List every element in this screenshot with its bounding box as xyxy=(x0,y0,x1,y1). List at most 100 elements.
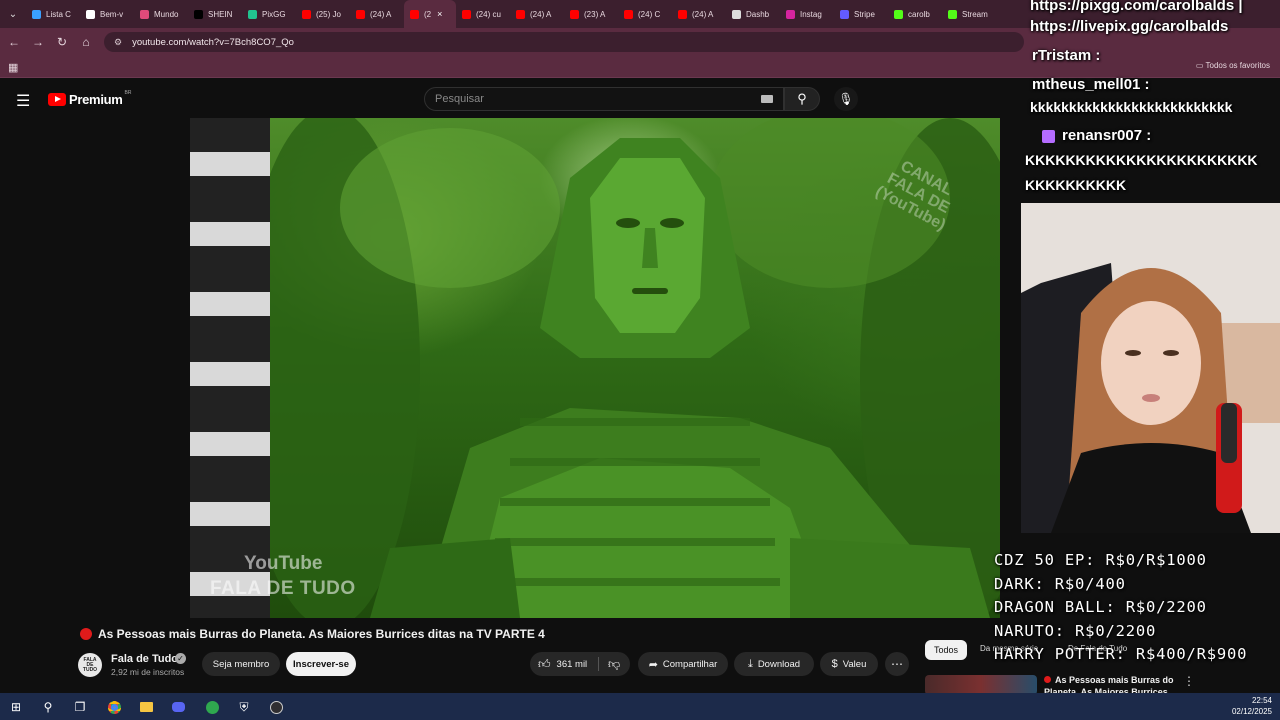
task-view-icon[interactable]: ❐ xyxy=(70,697,90,717)
channel-avatar[interactable]: FALA DE TUDO xyxy=(78,653,102,677)
browser-tab[interactable]: Lista C xyxy=(26,0,80,28)
chat-username: mtheus_mell01 xyxy=(1032,76,1141,93)
keyboard-icon[interactable] xyxy=(761,95,773,103)
tab-label: Lista C xyxy=(46,9,71,19)
mic-icon: 🎙︎ xyxy=(838,92,854,106)
thanks-button[interactable]: $ Valeu xyxy=(820,652,878,676)
webcam-feed xyxy=(1021,203,1280,533)
search-input[interactable]: Pesquisar xyxy=(424,87,784,111)
clock-time[interactable]: 22:54 xyxy=(1252,696,1272,705)
tab-close-icon[interactable]: × xyxy=(437,9,442,19)
tab-favicon-icon xyxy=(86,9,95,19)
address-bar[interactable]: ⚙ youtube.com/watch?v=7Bch8CO7_Qo xyxy=(104,32,1024,52)
video-player[interactable]: CANAL FALA DE (YouTube) xyxy=(190,118,1000,618)
youtube-logo-text: Premium xyxy=(69,92,123,107)
browser-tab[interactable]: carolb xyxy=(888,0,942,28)
download-button[interactable]: ⤓ Download xyxy=(734,652,814,676)
browser-tab[interactable]: (25) Jo xyxy=(296,0,350,28)
tab-label: Stream xyxy=(962,9,988,19)
browser-tab[interactable]: (24) A xyxy=(350,0,404,28)
tab-label: SHEIN xyxy=(208,9,233,19)
like-button[interactable]: 👍︎ 361 mil 👎︎ xyxy=(530,652,630,676)
goal-harry-potter: HARRY POTTER: R$400/R$900 xyxy=(994,645,1248,663)
home-icon[interactable]: ⌂ xyxy=(74,28,98,56)
subscriber-badge-icon xyxy=(1042,130,1055,143)
dislike-icon[interactable]: 👎︎ xyxy=(608,657,620,672)
windows-start-icon[interactable]: ⊞ xyxy=(6,697,26,717)
youtube-region: BR xyxy=(124,89,132,96)
tab-label: (24) cu xyxy=(476,9,501,19)
chat-message-text: kkkkkkkkkkkkkkkkkkkkkkkkkk xyxy=(1030,99,1233,115)
taskbar-search-icon[interactable]: ⚲ xyxy=(38,697,58,717)
channel-name[interactable]: Fala de Tudo xyxy=(111,653,178,665)
voice-search-button[interactable]: 🎙︎ xyxy=(834,87,858,111)
tabs-container: Lista C Bem-v Mundo SHEIN PixGG (25) Jo (24) A… xyxy=(26,0,996,28)
tab-favicon-icon xyxy=(248,9,257,19)
back-icon[interactable]: ← xyxy=(2,28,26,56)
search-button[interactable]: ⚲ xyxy=(784,87,820,111)
tab-label: carolb xyxy=(908,9,930,19)
browser-tab[interactable]: (24) A xyxy=(672,0,726,28)
clock-date[interactable]: 02/12/2025 xyxy=(1232,707,1272,716)
tab-favicon-icon xyxy=(948,9,957,19)
tab-label: Bem-v xyxy=(100,9,124,19)
tab-label: (24) C xyxy=(638,9,661,19)
tab-search-icon[interactable]: ⌄ xyxy=(0,0,26,28)
subscriber-count: 2,92 mi de inscritos xyxy=(111,667,185,677)
subscribe-button[interactable]: Inscrever-se xyxy=(286,652,356,676)
forward-icon[interactable]: → xyxy=(26,28,50,56)
streamer-image xyxy=(1021,203,1280,533)
url-text: youtube.com/watch?v=7Bch8CO7_Qo xyxy=(132,36,294,48)
join-button[interactable]: Seja membro xyxy=(202,652,280,676)
apps-icon[interactable]: ▦ xyxy=(8,61,18,74)
browser-tab[interactable]: Stripe xyxy=(834,0,888,28)
file-explorer-icon[interactable] xyxy=(136,697,156,717)
security-icon[interactable]: ⛨ xyxy=(234,697,254,717)
download-label: Download xyxy=(757,658,801,670)
chat-username-line: mtheus_mell01 : xyxy=(1032,76,1150,93)
xbox-icon[interactable] xyxy=(202,697,222,717)
menu-icon[interactable]: ☰ xyxy=(16,91,30,111)
all-favorites-button[interactable]: ▭ Todos os favoritos xyxy=(1196,61,1270,70)
tab-label: Dashb xyxy=(746,9,770,19)
tab-favicon-icon xyxy=(624,9,633,19)
video-watermark-channel: FALA DE TUDO xyxy=(210,578,356,599)
reload-icon[interactable]: ↻ xyxy=(50,28,74,56)
more-actions-icon[interactable]: ⋯ xyxy=(885,652,909,676)
browser-tab[interactable]: PixGG xyxy=(242,0,296,28)
video-watermark-youtube: YouTube xyxy=(244,553,323,574)
share-button[interactable]: ➦ Compartilhar xyxy=(638,652,728,676)
tab-label: Instag xyxy=(800,9,822,19)
youtube-logo[interactable]: Premium BR xyxy=(48,89,132,107)
youtube-play-icon xyxy=(48,93,66,106)
goal-cdz: CDZ 50 EP: R$0/R$1000 xyxy=(994,551,1207,569)
chat-username: renansr007 xyxy=(1062,127,1143,144)
chat-message-text: KKKKKKKKKK xyxy=(1025,177,1127,193)
browser-tab[interactable]: (24) C xyxy=(618,0,672,28)
record-icon xyxy=(1044,676,1051,683)
chip-all[interactable]: Todos xyxy=(925,640,967,660)
browser-tab[interactable]: (23) A xyxy=(564,0,618,28)
like-count: 361 mil xyxy=(556,658,588,670)
browser-tab[interactable]: (2 × xyxy=(404,0,456,28)
browser-tab[interactable]: SHEIN xyxy=(188,0,242,28)
browser-tab[interactable]: Mundo xyxy=(134,0,188,28)
tab-label: (24) A xyxy=(692,9,714,19)
site-info-icon[interactable]: ⚙ xyxy=(114,37,122,48)
browser-tab[interactable]: Dashb xyxy=(726,0,780,28)
download-icon: ⤓ xyxy=(747,657,753,670)
browser-tab[interactable]: Instag xyxy=(780,0,834,28)
browser-tab[interactable]: (24) cu xyxy=(456,0,510,28)
goal-dark: DARK: R$0/400 xyxy=(994,575,1126,593)
browser-tab[interactable]: Stream xyxy=(942,0,996,28)
goal-naruto: NARUTO: R$0/2200 xyxy=(994,622,1157,640)
obs-icon[interactable] xyxy=(266,697,286,717)
recommended-thumbnail[interactable] xyxy=(925,675,1037,695)
recommended-more-icon[interactable]: ⋮ xyxy=(1183,674,1195,688)
discord-icon[interactable] xyxy=(168,697,188,717)
tab-label: Stripe xyxy=(854,9,875,19)
chrome-icon[interactable] xyxy=(104,697,124,717)
browser-tab[interactable]: Bem-v xyxy=(80,0,134,28)
tab-favicon-icon xyxy=(356,9,365,19)
browser-tab[interactable]: (24) A xyxy=(510,0,564,28)
